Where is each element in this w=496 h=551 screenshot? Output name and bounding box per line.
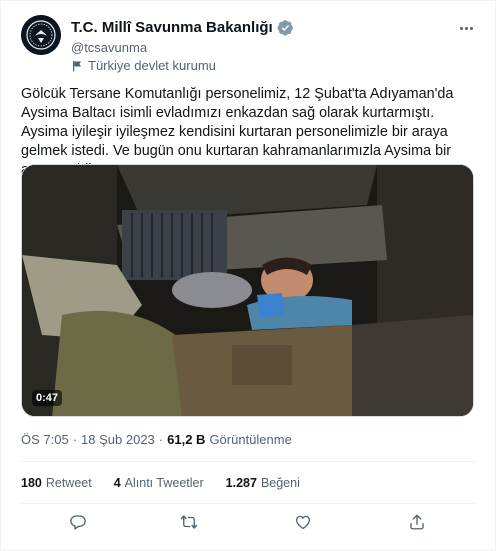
tweet-meta: ÖS 7:05 · 18 Şub 2023 · 61,2 B Görüntüle… [21, 432, 292, 447]
share-button[interactable] [406, 511, 428, 533]
video-player[interactable]: 0:47 [21, 164, 474, 417]
views-label: Görüntülenme [209, 432, 292, 447]
video-duration: 0:47 [32, 390, 63, 406]
more-options-icon[interactable] [455, 19, 477, 37]
retweet-icon [180, 515, 198, 529]
views-count: 61,2 B [167, 432, 206, 447]
tweet-time[interactable]: ÖS 7:05 [21, 432, 69, 447]
reply-icon [70, 515, 86, 531]
retweet-button[interactable] [178, 511, 200, 533]
retweet-stat[interactable]: 180 Retweet [21, 476, 92, 490]
tweet-date[interactable]: 18 Şub 2023 [81, 432, 155, 447]
engagement-stats: 180 Retweet 4 Alıntı Tweetler 1.287 Beğeni [21, 476, 300, 490]
author-handle[interactable]: @tcsavunma [71, 40, 147, 55]
tweet-card: T.C. Millî Savunma Bakanlığı @tcsavunma … [0, 0, 496, 551]
ministry-emblem-icon [21, 15, 61, 55]
name-row: T.C. Millî Savunma Bakanlığı [71, 19, 294, 36]
reply-button[interactable] [67, 511, 89, 533]
quote-tweet-stat[interactable]: 4 Alıntı Tweetler [114, 476, 204, 490]
like-button[interactable] [292, 511, 314, 533]
meta-separator: · [72, 432, 78, 447]
like-icon [295, 515, 311, 530]
share-icon [410, 514, 424, 530]
divider [21, 503, 477, 504]
author-display-name[interactable]: T.C. Millî Savunma Bakanlığı [71, 19, 273, 36]
video-thumbnail [22, 165, 473, 416]
divider [21, 461, 477, 462]
affiliation-label: Türkiye devlet kurumu [71, 58, 216, 73]
meta-separator: · [158, 432, 164, 447]
flag-icon [73, 60, 81, 71]
tweet-header: T.C. Millî Savunma Bakanlığı @tcsavunma … [21, 15, 477, 75]
affiliation-text: Türkiye devlet kurumu [88, 58, 216, 73]
verified-badge-icon [277, 20, 293, 36]
like-stat[interactable]: 1.287 Beğeni [226, 476, 300, 490]
avatar[interactable] [21, 15, 61, 55]
action-bar [21, 511, 477, 533]
